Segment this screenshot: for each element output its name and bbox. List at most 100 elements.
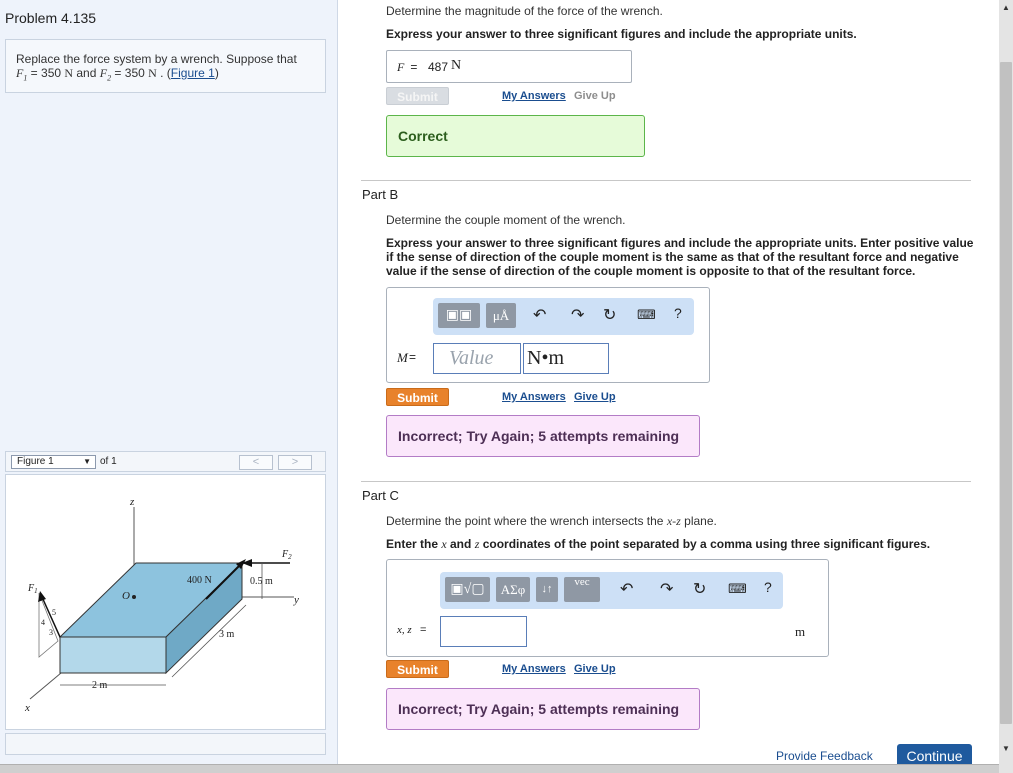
part-c-toolbar: ▣√▢ ΑΣφ ↓↑ vec ↶ ↷ ↻ ⌨ ? — [440, 572, 783, 609]
problem-title: Problem 4.135 — [5, 10, 97, 26]
ratio-3-label: 3 — [49, 628, 53, 637]
figure-select[interactable]: Figure 1 ▼ — [11, 455, 96, 469]
redo-icon[interactable]: ↷ — [660, 579, 673, 599]
figure-prev-button[interactable]: < — [239, 455, 273, 470]
f2-unit: N — [148, 66, 157, 80]
statement-text: Replace the force system by a wrench. Su… — [16, 52, 297, 66]
problem-statement: Replace the force system by a wrench. Su… — [5, 39, 326, 93]
bottom-bar — [0, 764, 999, 773]
part-a-give-up-link[interactable]: Give Up — [574, 90, 616, 102]
scroll-up-icon[interactable]: ▲ — [999, 0, 1013, 16]
part-c-editor: ▣√▢ ΑΣφ ↓↑ vec ↶ ↷ ↻ ⌨ ? x, z = m — [386, 559, 829, 657]
part-b-instructions: Express your answer to three significant… — [386, 236, 974, 278]
reset-icon[interactable]: ↻ — [603, 305, 616, 325]
f2-symbol: F2 — [99, 66, 112, 83]
part-c-value-input[interactable] — [440, 616, 527, 647]
f1-label: F1 — [27, 583, 38, 595]
units-button[interactable]: μÅ — [486, 303, 516, 328]
part-c-instructions: Enter the x and z coordinates of the poi… — [386, 537, 931, 551]
figure-footer — [5, 733, 326, 755]
dim-0.5m-label: 0.5 m — [250, 576, 273, 587]
part-b-prompt: Determine the couple moment of the wrenc… — [386, 213, 626, 227]
part-c-give-up-link[interactable]: Give Up — [574, 663, 616, 675]
punctuation-close: ) — [214, 66, 219, 80]
part-a-prompt: Determine the magnitude of the force of … — [386, 4, 663, 18]
divider — [361, 180, 971, 181]
figure-link[interactable]: Figure 1 — [171, 66, 215, 80]
subsup-button[interactable]: ↓↑ — [536, 577, 558, 602]
help-button[interactable]: ? — [764, 579, 772, 595]
part-c-label: Part C — [362, 488, 399, 503]
part-a-answer-field[interactable]: F = 487 N — [386, 50, 632, 83]
figure-count: of 1 — [100, 456, 117, 467]
part-b-give-up-link[interactable]: Give Up — [574, 391, 616, 403]
keyboard-icon[interactable]: ⌨ — [637, 307, 656, 323]
and-text: and — [73, 66, 100, 80]
part-b-feedback: Incorrect; Try Again; 5 attempts remaini… — [386, 415, 700, 457]
part-c-my-answers-link[interactable]: My Answers — [502, 663, 566, 675]
divider — [361, 481, 971, 482]
part-b-label: Part B — [362, 187, 399, 202]
f1-unit: N — [64, 66, 74, 80]
dim-3m-label: 3 m — [219, 629, 235, 640]
figure-panel: z y x O 400 N F2 0.5 m 3 m 2 m F1 5 4 3 — [5, 474, 326, 730]
reset-icon[interactable]: ↻ — [693, 579, 706, 599]
punctuation: . ( — [156, 66, 171, 80]
f1-symbol: F1 — [16, 66, 28, 83]
part-c-eq: = — [420, 624, 427, 636]
figure-diagram: z y x O 400 N F2 0.5 m 3 m 2 m F1 5 4 3 — [24, 496, 299, 714]
problem-pane: Problem 4.135 Replace the force system b… — [0, 0, 338, 773]
vector-button[interactable]: vec — [564, 577, 600, 602]
figure-next-button[interactable]: > — [278, 455, 312, 470]
f1-value: = 350 — [27, 66, 65, 80]
part-c-feedback: Incorrect; Try Again; 5 attempts remaini… — [386, 688, 700, 730]
part-a-my-answers-link[interactable]: My Answers — [502, 90, 566, 102]
vertical-scrollbar[interactable]: ▲ ▼ — [999, 0, 1013, 773]
figure-select-value: Figure 1 — [17, 456, 54, 467]
help-button[interactable]: ? — [674, 305, 682, 321]
redo-icon[interactable]: ↷ — [571, 305, 584, 325]
scroll-thumb[interactable] — [1000, 62, 1012, 724]
part-c-prompt: Determine the point where the wrench int… — [386, 514, 717, 528]
part-a-eq: = — [407, 60, 425, 74]
part-a-var: F — [397, 60, 405, 74]
part-b-submit-button[interactable]: Submit — [386, 388, 449, 406]
force-400-label: 400 N — [187, 575, 212, 586]
part-a-value: 487 — [428, 60, 449, 74]
x-axis-label: x — [24, 702, 30, 714]
part-b-toolbar: ▣▣ μÅ ↶ ↷ ↻ ⌨ ? — [433, 298, 694, 335]
f2-label: F2 — [281, 549, 292, 561]
part-c-var: x, z — [397, 624, 412, 636]
box-front-face — [59, 636, 167, 674]
part-b-my-answers-link[interactable]: My Answers — [502, 391, 566, 403]
ratio-4-label: 4 — [41, 618, 45, 627]
figure-navigation: Figure 1 ▼ of 1 < > — [5, 451, 326, 472]
answer-pane: Determine the magnitude of the force of … — [339, 0, 999, 773]
z-axis-label: z — [129, 496, 135, 508]
y-axis-label: y — [293, 594, 299, 606]
undo-icon[interactable]: ↶ — [620, 579, 633, 599]
part-a-submit-button[interactable]: Submit — [386, 87, 449, 105]
part-a-unit: N — [451, 58, 462, 73]
part-b-var: M — [397, 350, 408, 365]
part-a-instructions: Express your answer to three significant… — [386, 27, 857, 41]
part-b-editor: ▣▣ μÅ ↶ ↷ ↻ ⌨ ? M = Value N•m — [386, 287, 710, 383]
part-c-submit-button[interactable]: Submit — [386, 660, 449, 678]
template-icon[interactable]: ▣√▢ — [445, 577, 490, 602]
provide-feedback-link[interactable]: Provide Feedback — [776, 749, 873, 763]
f2-value: = 350 — [111, 66, 149, 80]
part-b-eq: = — [409, 350, 417, 364]
dropdown-arrow-icon: ▼ — [83, 457, 91, 466]
greek-button[interactable]: ΑΣφ — [496, 577, 530, 602]
dim-2m-label: 2 m — [92, 680, 108, 691]
part-b-value-input[interactable]: Value — [433, 343, 521, 374]
part-a-feedback: Correct — [386, 115, 645, 157]
keyboard-icon[interactable]: ⌨ — [728, 581, 747, 597]
template-icon[interactable]: ▣▣ — [438, 303, 480, 328]
ratio-5-label: 5 — [52, 608, 56, 617]
scroll-down-icon[interactable]: ▼ — [999, 741, 1013, 757]
undo-icon[interactable]: ↶ — [533, 305, 546, 325]
origin-label: O — [122, 590, 130, 602]
part-c-unit: m — [795, 624, 806, 639]
part-b-unit-input[interactable]: N•m — [523, 343, 609, 374]
